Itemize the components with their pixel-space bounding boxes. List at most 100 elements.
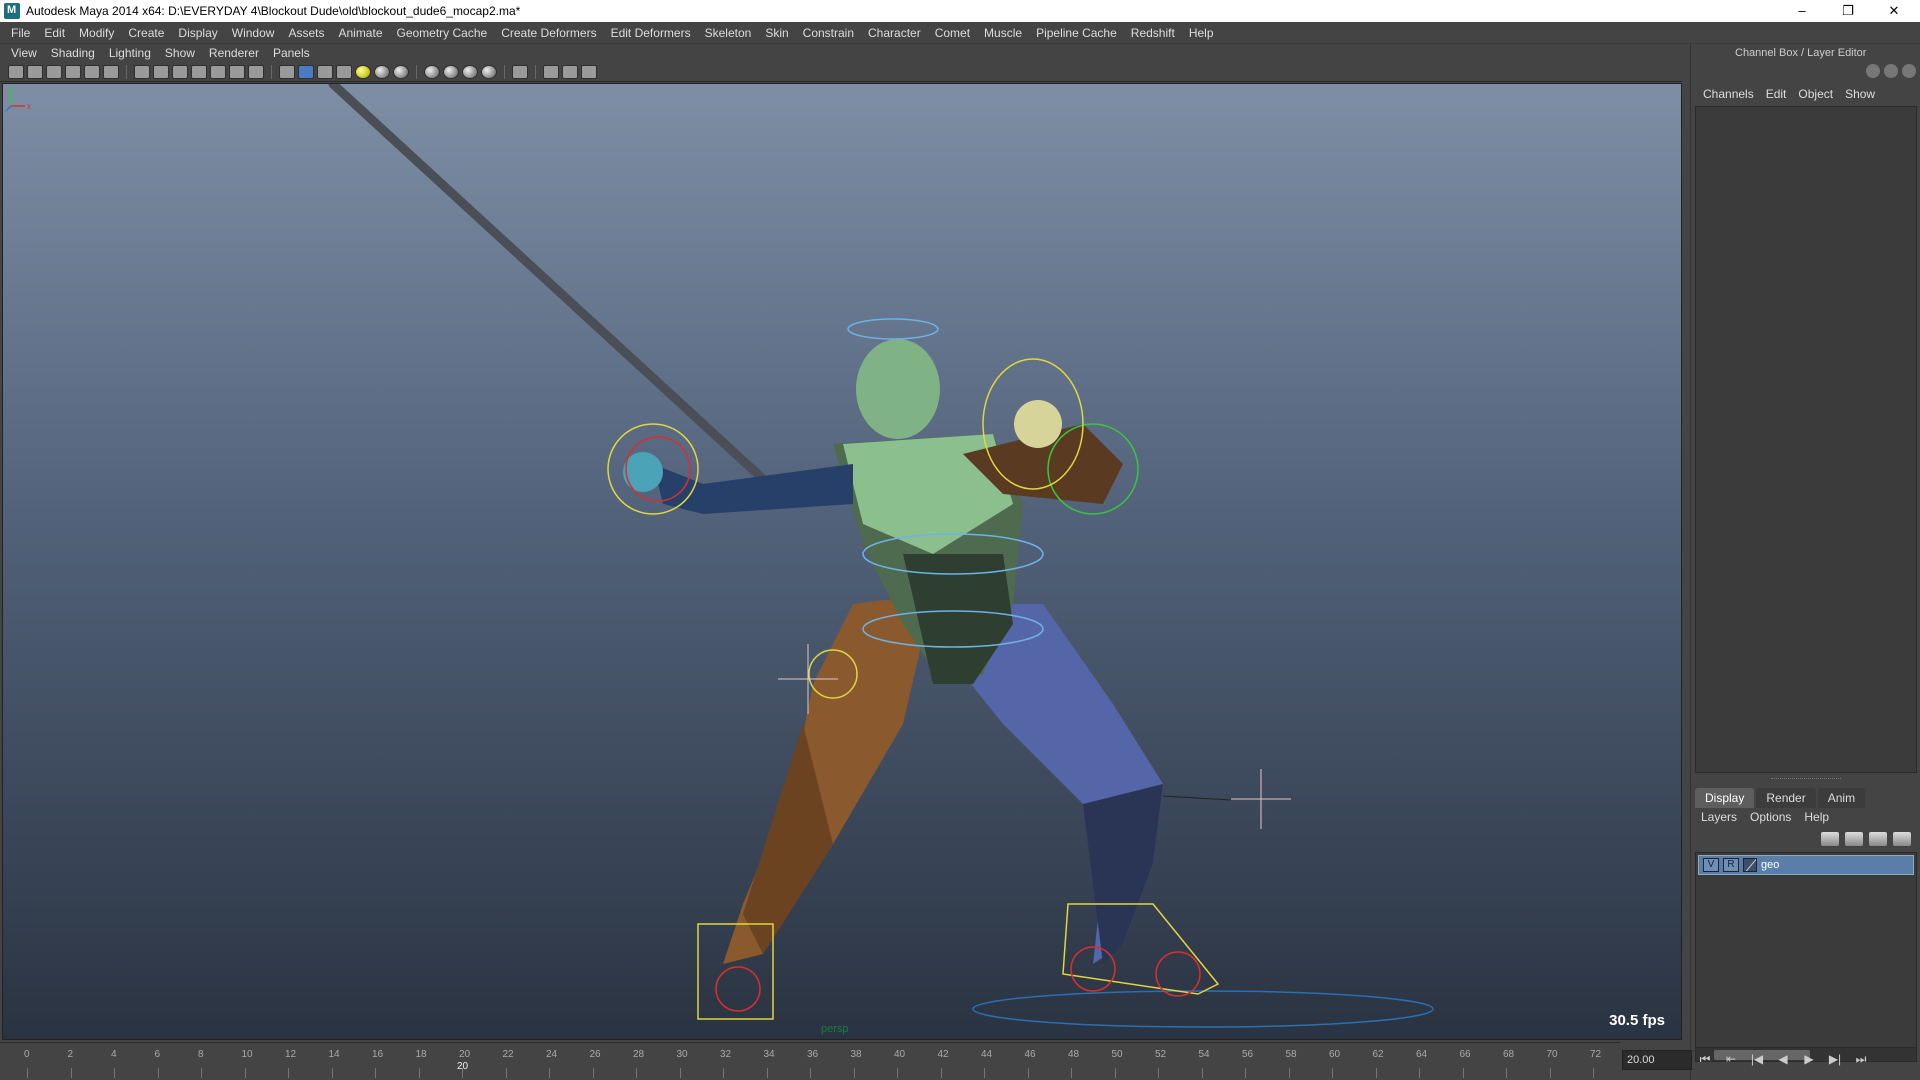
layer-display-type-toggle[interactable]: R [1723,858,1739,872]
shadows-icon[interactable] [374,64,390,79]
xray-icon[interactable] [481,64,497,79]
cb-menu-show[interactable]: Show [1839,87,1881,101]
menu-edit[interactable]: Edit [37,22,72,44]
step-forward-frame-button[interactable]: ▶| [1828,1052,1842,1067]
menu-comet[interactable]: Comet [928,22,977,44]
le-menu-options[interactable]: Options [1750,810,1798,824]
move-layer-up-icon[interactable] [1821,832,1839,846]
menu-character[interactable]: Character [861,22,928,44]
time-tick-label: 70 [1546,1049,1558,1060]
move-layer-down-icon[interactable] [1845,832,1863,846]
menu-display[interactable]: Display [171,22,224,44]
time-tick-label: 0 [24,1049,30,1060]
menu-geometry-cache[interactable]: Geometry Cache [390,22,495,44]
bookmarks-icon[interactable] [46,64,62,79]
smooth-shade-icon[interactable] [298,64,314,79]
play-backwards-button[interactable]: ◀ [1776,1052,1790,1067]
perspective-viewport[interactable]: y x persp 30.5 fps [2,83,1682,1040]
step-back-frame-button[interactable]: |◀ [1750,1052,1764,1067]
panel-menu-renderer[interactable]: Renderer [202,44,266,62]
menu-skeleton[interactable]: Skeleton [698,22,759,44]
step-back-key-button[interactable]: ⇤ [1724,1052,1738,1067]
safe-title-icon[interactable] [248,64,264,79]
layer-row-geo[interactable]: V R geo [1698,855,1914,875]
menu-redshift[interactable]: Redshift [1124,22,1182,44]
use-all-lights-icon[interactable] [355,64,371,79]
menu-constrain[interactable]: Constrain [796,22,861,44]
menu-pipeline-cache[interactable]: Pipeline Cache [1029,22,1124,44]
menu-animate[interactable]: Animate [331,22,389,44]
tab-render[interactable]: Render [1756,788,1816,808]
le-menu-help[interactable]: Help [1804,810,1836,824]
menu-modify[interactable]: Modify [72,22,121,44]
le-menu-layers[interactable]: Layers [1701,810,1744,824]
time-tick-mark [375,1068,376,1078]
two-d-pan-zoom-icon[interactable] [84,64,100,79]
menu-create[interactable]: Create [121,22,171,44]
wireframe-icon[interactable] [279,64,295,79]
menu-create-deformers[interactable]: Create Deformers [494,22,603,44]
play-forwards-button[interactable]: ▶ [1802,1052,1816,1067]
maximize-button[interactable]: ❐ [1826,0,1870,22]
menu-help[interactable]: Help [1182,22,1221,44]
menu-skin[interactable]: Skin [758,22,795,44]
node-editor-icon[interactable] [581,64,597,79]
panel-splitter[interactable] [1771,778,1841,782]
go-to-end-button[interactable]: ⏭ [1854,1052,1868,1067]
new-layer-from-selected-icon[interactable] [1893,832,1911,846]
close-button[interactable]: ✕ [1872,0,1916,22]
current-frame-field[interactable] [1622,1050,1692,1070]
menu-file[interactable]: File [4,22,37,44]
grid-icon[interactable] [134,64,150,79]
tab-display[interactable]: Display [1695,788,1755,808]
time-tick-label: 42 [937,1049,949,1060]
safe-action-icon[interactable] [229,64,245,79]
image-plane-icon[interactable] [65,64,81,79]
film-gate-icon[interactable] [153,64,169,79]
motion-blur-icon[interactable] [424,64,440,79]
resolution-gate-icon[interactable] [172,64,188,79]
menu-edit-deformers[interactable]: Edit Deformers [604,22,698,44]
tool-settings-icon[interactable] [1902,64,1916,78]
go-to-start-button[interactable]: ⏮ [1698,1052,1712,1067]
isolate-select-icon[interactable] [512,64,528,79]
time-tick-label: 66 [1459,1049,1471,1060]
panel-menu-panels[interactable]: Panels [266,44,317,62]
panel-menu-show[interactable]: Show [158,44,202,62]
cb-menu-channels[interactable]: Channels [1697,87,1760,101]
gate-mask-icon[interactable] [191,64,207,79]
panel-menu-shading[interactable]: Shading [44,44,102,62]
minimize-button[interactable]: – [1780,0,1824,22]
wireframe-on-shaded-icon[interactable] [317,64,333,79]
cb-menu-object[interactable]: Object [1792,87,1839,101]
select-camera-icon[interactable] [8,64,24,79]
time-tick-mark [1332,1068,1333,1078]
menu-muscle[interactable]: Muscle [977,22,1029,44]
left-hand-mesh [623,452,663,492]
depth-of-field-icon[interactable] [462,64,478,79]
attribute-editor-icon[interactable] [1884,64,1898,78]
time-slider[interactable]: 0 2 4 6 8 10 12 14 16 18 20 22 24 26 28 30 32 34 36 38 40 42 4… [0,1042,1620,1080]
xray-joints-icon[interactable] [543,64,559,79]
new-layer-icon[interactable] [1869,832,1887,846]
channel-box-body[interactable] [1695,106,1917,773]
grease-pencil-icon[interactable] [103,64,119,79]
current-time-marker[interactable]: 20 [457,1061,468,1072]
xray-active-components-icon[interactable] [562,64,578,79]
screen-space-ao-icon[interactable] [393,64,409,79]
title-bar: Autodesk Maya 2014 x64: D:\EVERYDAY 4\Bl… [0,0,1920,22]
textured-icon[interactable] [336,64,352,79]
camera-attributes-icon[interactable] [27,64,43,79]
tab-anim[interactable]: Anim [1817,788,1866,808]
field-chart-icon[interactable] [210,64,226,79]
channel-box-toggle-icon[interactable] [1866,64,1880,78]
multisample-aa-icon[interactable] [443,64,459,79]
layer-color-swatch-icon[interactable] [1743,858,1757,872]
layer-visibility-toggle[interactable]: V [1703,858,1719,872]
cb-menu-edit[interactable]: Edit [1760,87,1793,101]
panel-menu-lighting[interactable]: Lighting [102,44,158,62]
panel-menu-view[interactable]: View [4,44,44,62]
time-tick-label: 8 [198,1049,204,1060]
menu-window[interactable]: Window [225,22,282,44]
menu-assets[interactable]: Assets [281,22,331,44]
